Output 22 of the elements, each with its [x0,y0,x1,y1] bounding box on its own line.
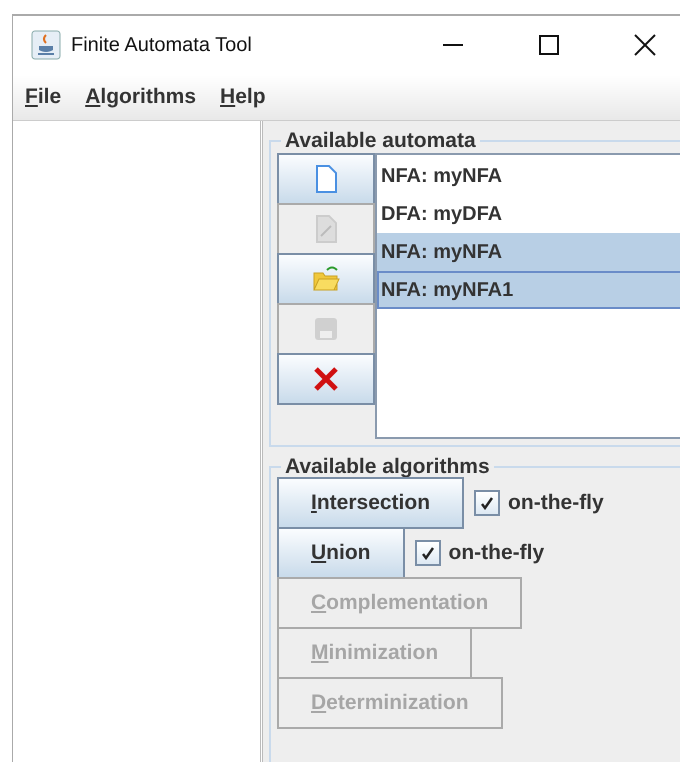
java-cup-icon [31,30,61,60]
group-title: Available algorithms [284,455,491,479]
algorithm-button[interactable]: Intersection [277,477,464,529]
toolbar-button[interactable] [277,153,375,205]
list-item[interactable]: NFA: myNFA1 [377,271,680,309]
menu-item[interactable]: File [25,85,62,109]
check-icon [480,496,494,510]
check-icon [420,546,434,560]
toolbar-button[interactable] [277,353,375,405]
checkbox[interactable] [414,540,440,566]
group-title: Available automata [284,129,477,153]
window-title: Finite Automata Tool [71,34,253,56]
maximize-icon[interactable] [537,33,561,57]
checkbox-label: on-the-fly [508,491,604,515]
list-item[interactable]: NFA: myNFA [377,233,680,271]
toolbar-button[interactable] [277,253,375,305]
checkbox-label: on-the-fly [448,541,544,565]
menu-item[interactable]: Algorithms [85,85,196,109]
algorithm-button[interactable]: Union [277,527,404,579]
checkbox[interactable] [474,490,500,516]
close-icon[interactable] [633,33,657,57]
menu-item[interactable]: Help [220,85,266,109]
